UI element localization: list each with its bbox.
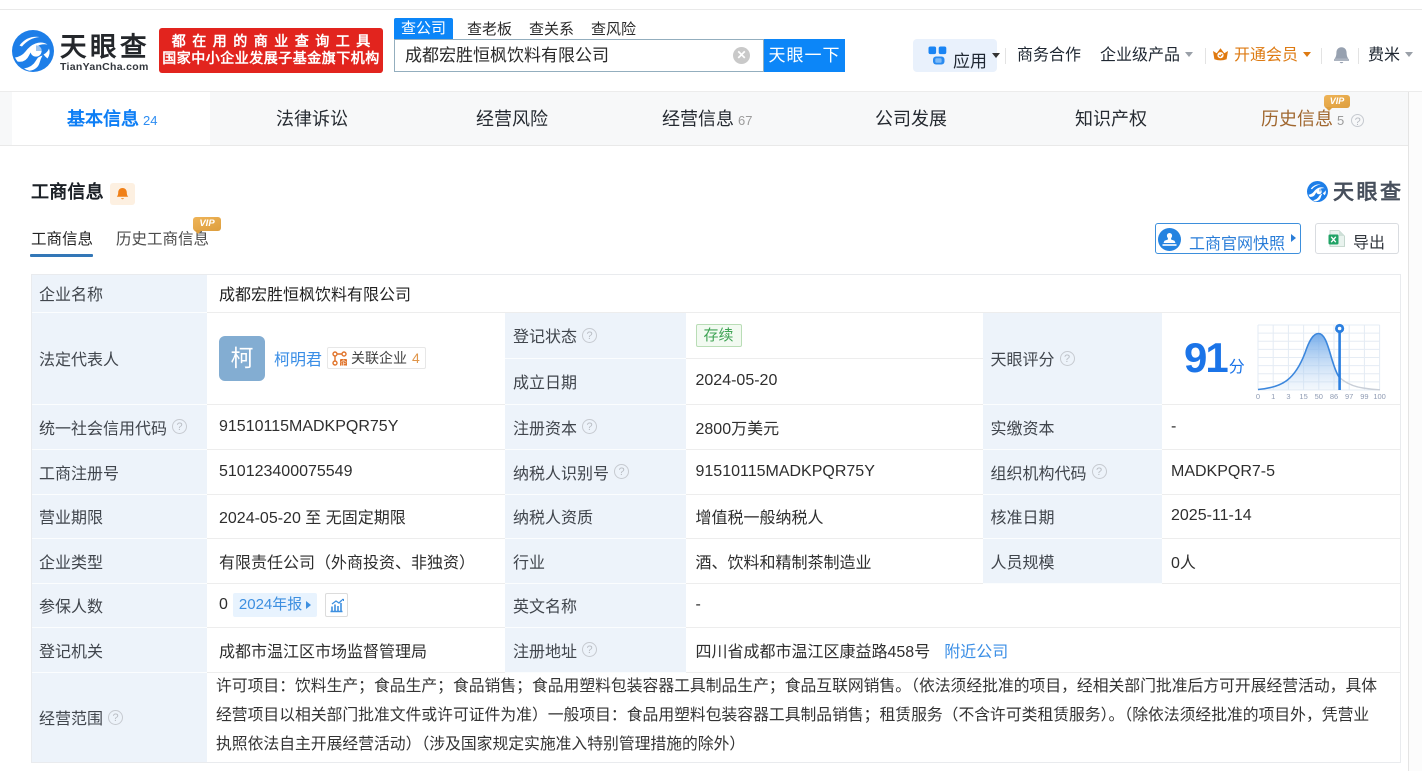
svg-text:1: 1 [1271,392,1275,401]
svg-text:15: 15 [1299,392,1307,401]
svg-text:50: 50 [1314,392,1322,401]
svg-text:86: 86 [1330,392,1338,401]
svg-text:3: 3 [1286,392,1290,401]
svg-text:0: 0 [1256,392,1260,401]
svg-text:100: 100 [1373,392,1386,401]
svg-text:99: 99 [1360,392,1368,401]
svg-text:97: 97 [1345,392,1353,401]
svg-text:企: 企 [340,358,347,366]
